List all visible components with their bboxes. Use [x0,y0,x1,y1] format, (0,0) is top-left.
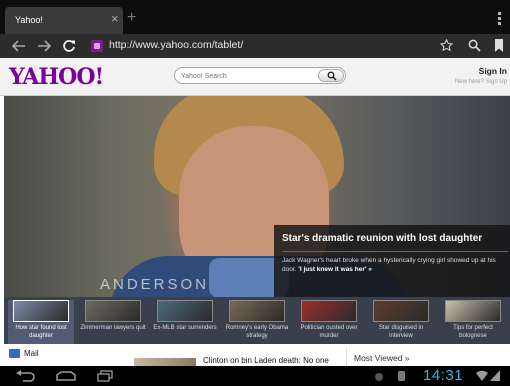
carousel-thumbnail [157,300,213,322]
carousel-item[interactable]: Ex-MLB star surrenders [152,300,218,344]
notification-dot-icon[interactable] [375,373,383,381]
carousel-item[interactable]: Zimmerman lawyers quit [80,300,146,344]
carousel-label: Politician ousted over murder [300,325,358,339]
carousel-thumbnail [373,300,429,322]
hero-read-more-link[interactable]: 'I just knew it was her' » [298,266,372,273]
hero-caption[interactable]: Star's dramatic reunion with lost daught… [274,225,510,297]
bookmarks-icon[interactable] [494,39,504,52]
forward-icon[interactable] [37,39,51,53]
carousel-label: Star disguised in interview [378,325,424,339]
carousel-thumbnail [445,300,501,322]
overflow-menu-icon[interactable] [494,12,504,26]
tab-title: Yahoo! [15,15,43,25]
carousel-item[interactable]: Romney's early Obama strategy [224,300,290,344]
search-button[interactable] [318,69,344,82]
star-icon[interactable] [440,39,453,52]
hero-title[interactable]: Star's dramatic reunion with lost daught… [282,233,482,244]
most-viewed-link[interactable]: Most Viewed » [354,353,410,363]
url-bar: http://www.yahoo.com/tablet/ [0,34,510,58]
sign-up-link[interactable]: New here? Sign Up [455,79,507,85]
carousel-label: Ex-MLB star surrenders [153,325,217,331]
back-nav-icon[interactable] [16,370,36,382]
reload-icon[interactable] [62,39,76,53]
search-icon[interactable] [468,39,481,52]
magnifier-icon [327,71,337,81]
search-input[interactable] [181,70,311,82]
yahoo-header: YAHOO! Sign In New here? Sign Up [0,58,510,96]
carousel-item[interactable]: Tips for perfect bolognese [440,300,506,344]
signal-icon [490,370,500,381]
carousel-thumbnail [85,300,141,322]
close-tab-icon[interactable]: × [111,12,119,25]
carousel-thumbnail [301,300,357,322]
below-fold: Mail Clinton on bin Laden death: No one … [0,344,510,366]
search-box [174,67,346,84]
carousel-item[interactable]: Politician ousted over murder [296,300,362,344]
carousel-item[interactable]: How star found lost daughter [8,300,74,344]
web-page: YAHOO! Sign In New here? Sign Up ANDERSO… [0,58,510,366]
clock: 14:31 [423,367,464,384]
home-nav-icon[interactable] [56,371,76,381]
new-tab-icon[interactable]: + [127,10,136,26]
sign-in-link[interactable]: Sign In [479,66,507,76]
carousel-label: Romney's early Obama strategy [225,325,289,339]
hero-watermark: ANDERSON [100,276,210,293]
news-headline[interactable]: Clinton on bin Laden death: No one [203,356,329,365]
tab-bar: Yahoo! × + [0,0,510,34]
system-bar: 14:31 [0,366,510,386]
favicon [91,40,103,52]
carousel-thumbnail [229,300,285,322]
news-thumbnail[interactable] [134,358,196,366]
carousel-label: Zimmerman lawyers quit [80,325,146,331]
carousel-thumbnail [13,300,69,322]
mail-link[interactable]: Mail [24,349,39,358]
hero-image[interactable]: ANDERSON Star's dramatic reunion with lo… [4,96,510,297]
hero-description: Jack Wagner's heart broke when a hysteri… [282,257,496,273]
mail-icon[interactable] [9,349,20,358]
story-carousel: How star found lost daughter Zimmerman la… [4,297,510,344]
recent-apps-icon[interactable] [97,370,113,382]
browser-tab[interactable]: Yahoo! × [5,7,123,34]
sd-card-icon[interactable] [398,371,405,381]
yahoo-logo[interactable]: YAHOO! [9,64,104,90]
wifi-icon [476,370,488,381]
url-field[interactable]: http://www.yahoo.com/tablet/ [109,39,243,51]
carousel-label: How star found lost daughter [15,325,67,339]
back-icon[interactable] [12,39,26,53]
carousel-item[interactable]: Star disguised in interview [368,300,434,344]
carousel-label: Tips for perfect bolognese [453,325,493,339]
